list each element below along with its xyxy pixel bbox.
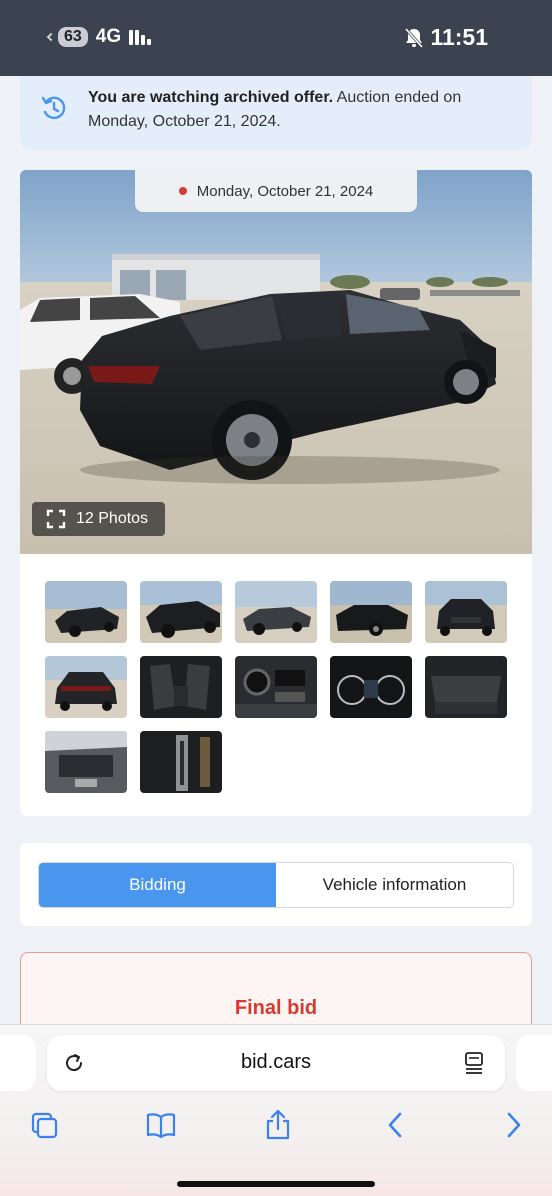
main-vehicle-photo[interactable]: Monday, October 21, 2024 12 Photos xyxy=(20,170,532,554)
browser-toolbar xyxy=(0,1107,552,1143)
vehicle-photo-image xyxy=(20,170,532,554)
thumbnail-grid xyxy=(45,581,515,793)
back-chevron-icon xyxy=(46,32,56,42)
tabs-button[interactable] xyxy=(26,1107,62,1143)
bell-slash-icon xyxy=(405,27,424,48)
tab-vehicle-information[interactable]: Vehicle information xyxy=(276,863,513,907)
forward-icon xyxy=(507,1112,521,1138)
share-icon xyxy=(266,1109,290,1140)
status-left: 63 4G xyxy=(46,26,152,48)
auction-date-badge: Monday, October 21, 2024 xyxy=(135,170,417,212)
thumbnail-dashboard[interactable] xyxy=(235,656,317,718)
thumbnail-engine-bay[interactable] xyxy=(45,731,127,793)
thumbnail-rear-quarter-left-close[interactable] xyxy=(140,581,222,643)
status-right: 11:51 xyxy=(404,24,488,51)
notice-text: You are watching archived offer. Auction… xyxy=(88,86,508,134)
thumbnail-rear-quarter-left[interactable] xyxy=(45,581,127,643)
thumbnail-instrument-cluster[interactable] xyxy=(330,656,412,718)
url-text: bid.cars xyxy=(240,1051,312,1073)
previous-tab-preview[interactable] xyxy=(0,1035,36,1091)
auction-date: Monday, October 21, 2024 xyxy=(196,182,374,200)
tabs-card: Bidding Vehicle information xyxy=(20,843,532,926)
history-icon xyxy=(41,96,66,120)
thumbnail-front-quarter-right-damage[interactable] xyxy=(330,581,412,643)
thumbnail-vin-plate[interactable] xyxy=(140,731,222,793)
network-type: 4G xyxy=(95,26,122,47)
thumbnail-rear-quarter-right[interactable] xyxy=(235,581,317,643)
address-bar[interactable]: bid.cars xyxy=(47,1035,505,1091)
thumbnail-rear-seats[interactable] xyxy=(425,656,507,718)
battery-indicator: 63 xyxy=(58,27,88,47)
back-button[interactable] xyxy=(377,1107,413,1143)
tab-bidding[interactable]: Bidding xyxy=(39,863,276,907)
thumbnail-front-seats[interactable] xyxy=(140,656,222,718)
fullscreen-icon xyxy=(46,509,66,529)
archived-notice: You are watching archived offer. Auction… xyxy=(20,76,532,150)
reader-mode-icon[interactable] xyxy=(463,1051,485,1075)
home-indicator[interactable] xyxy=(177,1181,375,1187)
bookmarks-button[interactable] xyxy=(143,1107,179,1143)
status-bar: 63 4G 11:51 xyxy=(0,0,552,76)
clock: 11:51 xyxy=(430,24,488,50)
thumbnail-rear-view[interactable] xyxy=(45,656,127,718)
tab-bar: Bidding Vehicle information xyxy=(38,862,514,908)
tabs-icon xyxy=(31,1112,58,1139)
photos-count-label: 12 Photos xyxy=(76,510,149,527)
share-button[interactable] xyxy=(260,1107,296,1143)
notice-bold-text: You are watching archived offer. xyxy=(88,89,334,106)
thumbnail-front-view[interactable] xyxy=(425,581,507,643)
bookmarks-icon xyxy=(146,1113,176,1139)
back-icon xyxy=(388,1112,402,1138)
photo-gallery: Monday, October 21, 2024 12 Photos xyxy=(20,170,532,816)
final-bid-label: Final bid xyxy=(234,997,318,1019)
view-all-photos-button[interactable]: 12 Photos xyxy=(32,502,165,536)
browser-chrome: bid.cars xyxy=(0,1024,552,1196)
forward-button[interactable] xyxy=(496,1107,532,1143)
status-dot-icon xyxy=(178,187,187,195)
next-tab-preview[interactable] xyxy=(516,1035,552,1091)
signal-icon xyxy=(129,29,152,45)
